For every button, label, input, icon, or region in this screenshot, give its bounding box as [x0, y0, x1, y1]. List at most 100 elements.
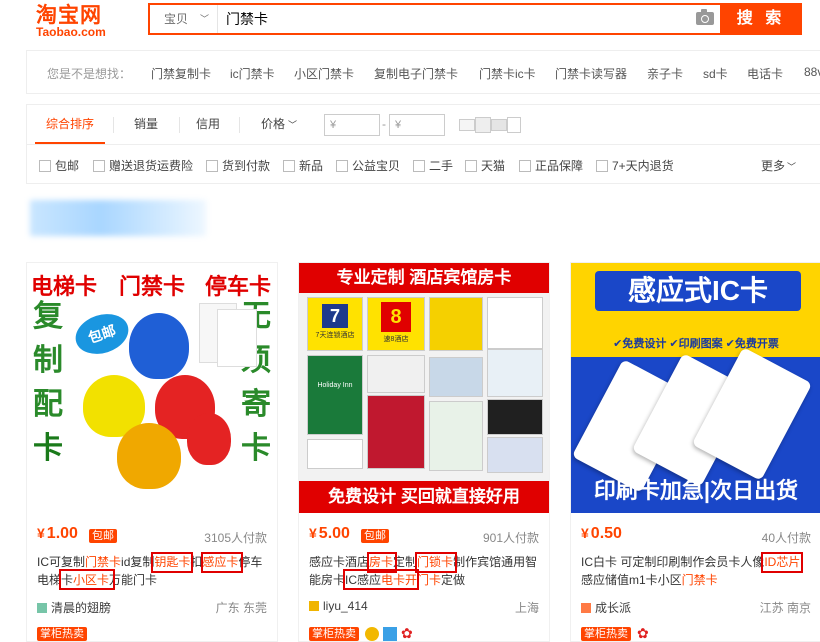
highlight-box [415, 552, 457, 573]
shop-name[interactable]: liyu_414 [309, 599, 368, 613]
search-category-select[interactable]: 宝贝 ﹀ [150, 5, 218, 33]
tab-price[interactable]: 价格 ﹀ [249, 105, 309, 144]
filter-label: 二手 [429, 159, 454, 173]
product-card[interactable]: 电梯卡 门禁卡 停车卡 复 制 配 卡 无 须 寄 卡 包邮 ¥1.00 包邮 … [26, 262, 278, 642]
filter-charity[interactable]: 公益宝贝 [336, 157, 400, 174]
checkbox[interactable] [413, 160, 425, 172]
filter-free-shipping[interactable]: 包邮 [39, 157, 79, 174]
product-card[interactable]: 感应式IC卡 ✔免费设计 ✔印刷图案 ✔免费开票 印刷卡加急|次日出货 ¥0.5… [570, 262, 820, 642]
suggestion-bar: 您是不是想找： 门禁复制卡 ic门禁卡 小区门禁卡 复制电子门禁卡 门禁卡ic卡… [26, 50, 820, 94]
img-text: 电梯卡 [31, 275, 98, 300]
highlight-box [59, 569, 115, 590]
checkbox[interactable] [336, 160, 348, 172]
taobao-logo[interactable]: 淘宝网 Taobao.com [36, 4, 120, 38]
suggestion-item[interactable]: 复制电子门禁卡 [374, 65, 458, 82]
filter-cod[interactable]: 货到付款 [206, 157, 270, 174]
price-min-input[interactable]: ¥ [324, 114, 380, 136]
product-image[interactable]: 感应式IC卡 ✔免费设计 ✔印刷图案 ✔免费开票 印刷卡加急|次日出货 [571, 263, 820, 513]
keyfob [129, 313, 189, 379]
filter-genuine[interactable]: 正品保障 [519, 157, 583, 174]
gold-medal-icon [365, 627, 379, 641]
filter-new[interactable]: 新品 [283, 157, 323, 174]
hot-sale-tag: 掌柜热卖 [309, 627, 359, 641]
keycard [487, 437, 543, 473]
search-input[interactable]: 门禁卡 [226, 5, 268, 33]
filter-label: 新品 [299, 159, 324, 173]
shop-icon [581, 603, 591, 613]
product-card[interactable]: 专业定制 酒店宾馆房卡 7 7天连锁酒店 8 速8酒店 Holiday Inn … [298, 262, 550, 642]
sort-bar: 综合排序 销量 信用 价格 ﹀ ¥ - ¥ [26, 104, 820, 144]
suggestion-item[interactable]: 亲子卡 [647, 65, 683, 82]
filter-label: 正品保障 [535, 159, 584, 173]
white-card [217, 309, 257, 367]
checkbox[interactable] [93, 160, 105, 172]
suggestion-item[interactable]: sd卡 [703, 65, 728, 82]
img-text: 卡 [241, 431, 271, 466]
img-text: 复 [33, 299, 63, 334]
filter-more-label: 更多 [761, 159, 786, 173]
keycard [367, 355, 425, 393]
keycard [429, 297, 483, 351]
checkbox[interactable] [206, 160, 218, 172]
layout-grid-icon[interactable] [459, 119, 475, 131]
suggestion-item[interactable]: 门禁卡读写器 [555, 65, 627, 82]
highlight-box [201, 552, 243, 573]
keycard [307, 439, 363, 469]
filter-second-hand[interactable]: 二手 [413, 157, 453, 174]
tab-price-label: 价格 [260, 117, 285, 131]
filter-tmall[interactable]: 天猫 [465, 157, 505, 174]
search-button[interactable]: 搜 索 [720, 3, 802, 35]
checkbox[interactable] [465, 160, 477, 172]
suggestion-item[interactable]: 88v [804, 65, 820, 79]
checkbox[interactable] [596, 160, 608, 172]
layout-grid-icon[interactable] [475, 117, 491, 133]
filter-bar: 包邮 赠送退货运费险 货到付款 新品 公益宝贝 二手 天猫 正品保障 7+天内退… [26, 144, 820, 184]
shop-icon [309, 601, 319, 611]
layout-list-icon[interactable] [507, 117, 521, 133]
suggestion-item[interactable]: 门禁复制卡 [151, 65, 211, 82]
product-image[interactable]: 专业定制 酒店宾馆房卡 7 7天连锁酒店 8 速8酒店 Holiday Inn … [299, 263, 549, 513]
filter-7day-return[interactable]: 7+天内退货 [596, 157, 674, 174]
price-max-input[interactable]: ¥ [389, 114, 445, 136]
chevron-down-icon: ﹀ [288, 120, 298, 130]
suggestion-item[interactable]: 电话卡 [747, 65, 783, 82]
checkbox[interactable] [519, 160, 531, 172]
keycard [429, 357, 483, 397]
price-range-dash: - [382, 117, 386, 131]
tab-sales[interactable]: 销量 [121, 105, 171, 144]
tab-default-sort[interactable]: 综合排序 [35, 105, 105, 144]
filter-label: 7+天内退货 [612, 159, 674, 173]
suggestion-item[interactable]: 小区门禁卡 [294, 65, 354, 82]
divider [179, 117, 180, 133]
keyfob [117, 423, 181, 489]
camera-icon[interactable] [696, 9, 714, 25]
suggestion-item[interactable]: ic门禁卡 [230, 65, 275, 82]
location: 上海 [514, 601, 539, 615]
location: 广东 东莞 [215, 601, 267, 615]
img-footer: 印刷卡加急|次日出货 [593, 478, 799, 503]
shop-name[interactable]: 清晨的翅膀 [37, 599, 111, 616]
blurred-banner [30, 200, 206, 236]
shop-icon [37, 603, 47, 613]
keycard [367, 395, 425, 469]
filter-label: 赠送退货运费险 [109, 159, 194, 173]
checkbox[interactable] [283, 160, 295, 172]
logo-cn: 淘宝网 [36, 3, 102, 27]
img-text: 停车卡 [205, 275, 272, 300]
search-bar: 宝贝 ﹀ 门禁卡 搜 索 [148, 3, 802, 35]
keycard: 8 速8酒店 [367, 297, 425, 351]
img-bullets: ✔免费设计 ✔印刷图案 ✔免费开票 [571, 335, 820, 357]
tab-credit[interactable]: 信用 [185, 105, 231, 144]
filter-more-button[interactable]: 更多 ﹀ [761, 157, 796, 174]
suggestion-label: 您是不是想找： [47, 67, 132, 81]
suggestion-item[interactable]: 门禁卡ic卡 [479, 65, 536, 82]
img-title: 感应式IC卡 [595, 271, 801, 311]
checkbox[interactable] [39, 160, 51, 172]
img-text: 制 [33, 343, 63, 378]
shop-name[interactable]: 成长派 [581, 599, 631, 616]
product-image[interactable]: 电梯卡 门禁卡 停车卡 复 制 配 卡 无 须 寄 卡 包邮 [27, 263, 277, 513]
img-text: 寄 [241, 387, 271, 422]
layout-list-icon[interactable] [491, 119, 507, 131]
filter-return-insurance[interactable]: 赠送退货运费险 [93, 157, 193, 174]
location: 江苏 南京 [759, 601, 811, 615]
